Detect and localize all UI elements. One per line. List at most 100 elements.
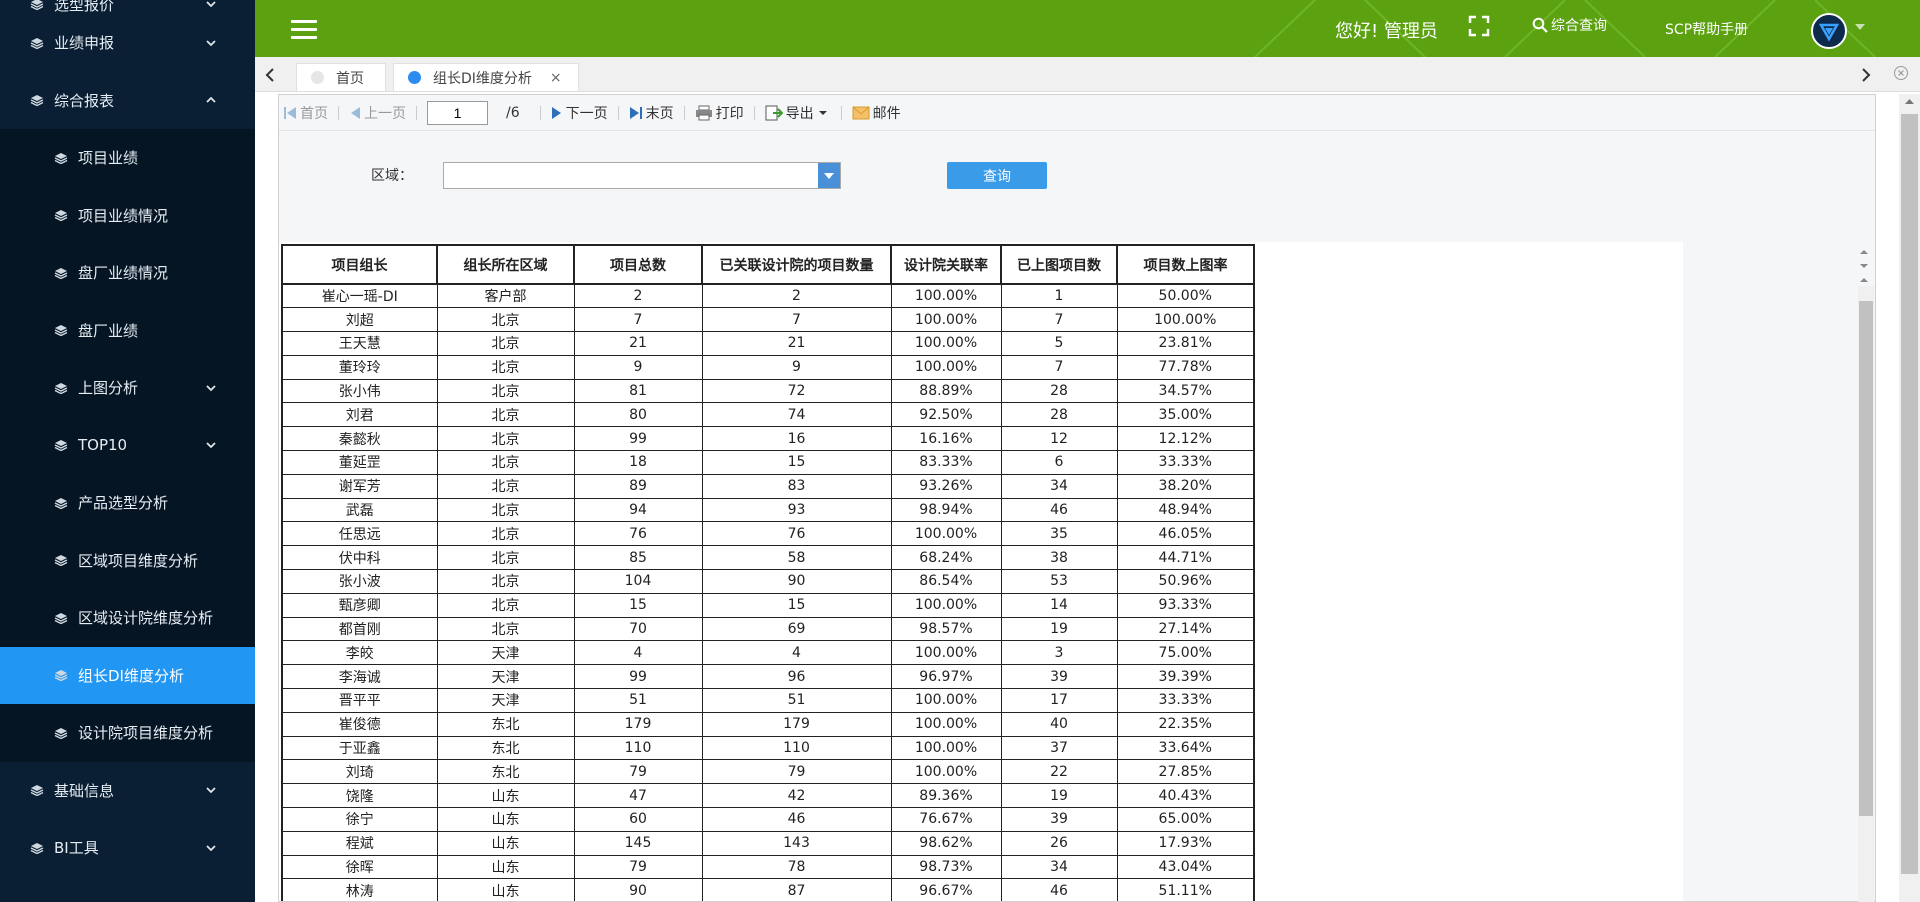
sidebar-item[interactable]: 项目业绩情况 <box>0 186 255 244</box>
sidebar-item[interactable]: TOP10 <box>0 416 255 474</box>
table-cell: 76 <box>701 521 892 547</box>
table-row: 晋平平 天津 51 51 100.00% 17 33.33% <box>281 688 1255 713</box>
sidebar-item[interactable]: 业绩申报 <box>0 14 255 72</box>
table-cell: 2 <box>701 283 892 309</box>
menu-toggle-icon[interactable] <box>291 20 317 40</box>
user-menu-caret-icon[interactable] <box>1855 24 1865 30</box>
mail-label: 邮件 <box>872 105 901 122</box>
query-button[interactable]: 查询 <box>947 162 1047 189</box>
table-cell: 100.00% <box>890 283 1002 309</box>
sidebar-item[interactable]: 区域设计院维度分析 <box>0 589 255 647</box>
chevron-down-icon[interactable] <box>205 0 217 10</box>
sidebar-item[interactable]: 区域项目维度分析 <box>0 531 255 589</box>
mail-icon <box>852 106 870 119</box>
last-page-button[interactable]: 末页 <box>629 103 674 123</box>
table-cell: 34.57% <box>1116 378 1255 404</box>
table-cell: 98.94% <box>890 497 1002 523</box>
sidebar-item[interactable]: BI工具 <box>0 819 255 877</box>
page-number-input[interactable] <box>427 100 488 125</box>
table-cell: 7 <box>1000 354 1118 380</box>
sidebar-item[interactable]: 设计院项目维度分析 <box>0 704 255 762</box>
chevron-down-icon[interactable] <box>205 382 217 394</box>
table-row: 于亚鑫 东北 110 110 100.00% 37 33.64% <box>281 735 1255 761</box>
help-manual-link[interactable]: SCP帮助手册 <box>1665 19 1748 39</box>
region-select[interactable] <box>443 162 841 189</box>
table-cell: 东北 <box>436 735 575 761</box>
chevron-down-icon[interactable] <box>205 784 217 796</box>
table-cell: 17.93% <box>1116 830 1255 856</box>
page-scrollbar[interactable] <box>1899 94 1920 902</box>
column-header: 项目总数 <box>573 244 703 285</box>
inner-scroll-arrows-icon[interactable] <box>1858 247 1870 287</box>
table-cell: 39.39% <box>1116 664 1255 690</box>
tab-di-analysis[interactable]: 组长DI维度分析 × <box>393 63 579 91</box>
print-button[interactable]: 打印 <box>695 103 744 123</box>
page-scrollbar-thumb[interactable] <box>1901 114 1918 874</box>
report-area: 项目组长 组长所在区域 项目总数 已关联设计院的项目数量 设计院关联率 已上图项目数 项目数… <box>279 242 1683 901</box>
scroll-up-icon[interactable] <box>1899 94 1920 108</box>
column-header: 项目组长 <box>281 244 438 285</box>
table-cell: 60 <box>573 807 703 832</box>
table-row: 李海诚 天津 99 96 96.97% 39 39.39% <box>281 664 1255 690</box>
export-button[interactable]: 导出 <box>765 103 831 123</box>
sidebar-item[interactable]: 盘厂业绩 <box>0 301 255 359</box>
avatar[interactable] <box>1811 13 1847 49</box>
table-cell: 110 <box>701 735 892 761</box>
layers-icon <box>54 670 68 682</box>
tab-scroll-left-icon[interactable] <box>263 67 277 83</box>
chevron-up-icon[interactable] <box>205 94 217 106</box>
table-cell: 王天慧 <box>281 331 438 356</box>
next-page-button[interactable]: 下一页 <box>551 103 608 123</box>
table-cell: 19 <box>1000 616 1118 642</box>
table-cell: 72 <box>701 378 892 404</box>
prev-page-button[interactable]: 上一页 <box>349 103 406 123</box>
table-cell: 78 <box>701 854 892 880</box>
inner-scrollbar-thumb[interactable] <box>1859 301 1873 816</box>
table-cell: 100.00% <box>890 354 1002 380</box>
layers-icon <box>54 555 68 567</box>
table-row: 林涛 山东 90 87 96.67% 46 51.11% <box>281 878 1255 901</box>
table-cell: 晋平平 <box>281 688 438 713</box>
sidebar-item[interactable]: 上图分析 <box>0 359 255 417</box>
table-cell: 33.33% <box>1116 450 1255 475</box>
table-cell: 2 <box>573 283 703 309</box>
tab-home[interactable]: 首页 <box>296 63 386 91</box>
table-cell: 100.00% <box>1116 307 1255 333</box>
table-cell: 北京 <box>436 402 575 428</box>
table-cell: 34 <box>1000 854 1118 880</box>
table-cell: 东北 <box>436 759 575 785</box>
table-cell: 51.11% <box>1116 878 1255 901</box>
inner-scrollbar[interactable] <box>1858 286 1874 902</box>
close-all-tabs-icon[interactable] <box>1893 65 1909 81</box>
table-cell: 于亚鑫 <box>281 735 438 761</box>
tab-status-icon <box>311 71 324 84</box>
tab-scroll-right-icon[interactable] <box>1859 67 1873 83</box>
chevron-down-icon[interactable] <box>205 439 217 451</box>
table-cell: 110 <box>573 735 703 761</box>
table-cell: 12.12% <box>1116 426 1255 452</box>
chevron-down-icon[interactable] <box>205 37 217 49</box>
mail-button[interactable]: 邮件 <box>852 103 901 123</box>
table-row: 刘君 北京 80 74 92.50% 28 35.00% <box>281 402 1255 428</box>
sidebar-item-label: BI工具 <box>54 839 99 858</box>
dropdown-arrow-icon[interactable] <box>818 163 840 188</box>
layers-icon <box>54 440 68 452</box>
table-cell: 46 <box>1000 878 1118 901</box>
layers-icon <box>54 325 68 337</box>
fullscreen-icon[interactable] <box>1468 15 1490 37</box>
first-page-button[interactable]: 首页 <box>283 103 328 123</box>
table-row: 都首刚 北京 70 69 98.57% 19 27.14% <box>281 616 1255 642</box>
sidebar-item[interactable]: 基础信息 <box>0 762 255 820</box>
sidebar-item[interactable]: 组长DI维度分析 <box>0 646 255 704</box>
table-cell: 15 <box>701 592 892 618</box>
sidebar-item[interactable]: 选型报价 <box>0 0 255 14</box>
sidebar-item[interactable]: 产品选型分析 <box>0 474 255 532</box>
sidebar-item[interactable]: 综合报表 <box>0 72 255 130</box>
sidebar-item[interactable]: 盘厂业绩情况 <box>0 244 255 302</box>
table-cell: 天津 <box>436 640 575 666</box>
layers-icon <box>54 152 68 164</box>
tab-close-icon[interactable]: × <box>550 70 562 86</box>
chevron-down-icon[interactable] <box>205 842 217 854</box>
global-search-button[interactable]: 综合查询 <box>1532 15 1607 35</box>
sidebar-item[interactable]: 项目业绩 <box>0 129 255 187</box>
